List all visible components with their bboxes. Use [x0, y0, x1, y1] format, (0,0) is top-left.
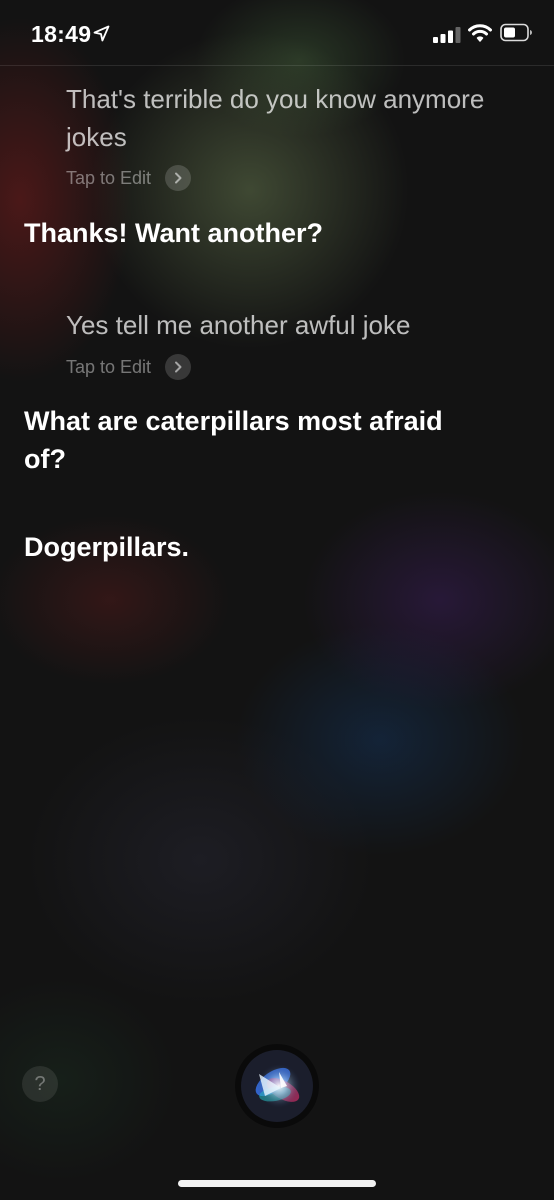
user-utterance: That's terrible do you know anymore joke…	[66, 84, 485, 152]
siri-response: Thanks! Want another?	[24, 218, 324, 248]
tap-to-edit-button[interactable]: Tap to Edit	[66, 165, 192, 191]
chevron-right-icon	[165, 354, 192, 380]
status-bar: 18:49	[0, 0, 554, 66]
help-button[interactable]: ?	[22, 1066, 58, 1102]
tap-to-edit-label: Tap to Edit	[66, 167, 152, 188]
status-time: 18:49	[31, 21, 92, 47]
battery-icon	[500, 23, 532, 42]
wifi-icon	[468, 24, 492, 42]
siri-orb-button[interactable]	[235, 1044, 319, 1128]
home-indicator[interactable]	[178, 1180, 376, 1187]
cellular-signal-icon	[433, 27, 461, 43]
tap-to-edit-label: Tap to Edit	[66, 356, 152, 377]
siri-response: Dogerpillars.	[24, 532, 190, 562]
location-arrow-icon	[93, 25, 110, 42]
siri-orb-icon	[241, 1050, 313, 1122]
chevron-right-icon	[165, 165, 192, 191]
siri-response: What are caterpillars most afraid of?	[24, 406, 443, 474]
tap-to-edit-button[interactable]: Tap to Edit	[66, 354, 192, 380]
user-utterance: Yes tell me another awful joke	[66, 310, 411, 340]
